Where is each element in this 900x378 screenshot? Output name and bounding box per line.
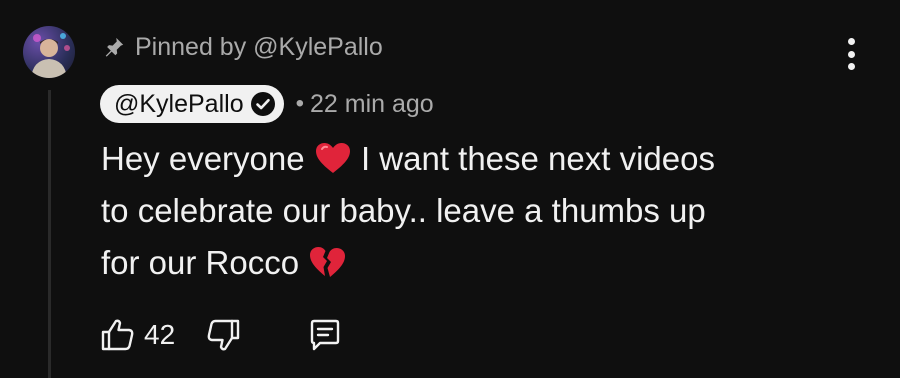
red-heart-emoji: [314, 138, 352, 173]
pinned-indicator: Pinned by @KylePallo: [103, 29, 383, 65]
pinned-label: Pinned by @KylePallo: [135, 32, 383, 61]
comment-timestamp[interactable]: 22 min ago: [310, 90, 434, 119]
comment-actions: 42: [100, 312, 343, 358]
avatar-image: [31, 33, 70, 78]
thumbs-down-icon[interactable]: [205, 317, 241, 353]
comment-text-segment: Hey everyone: [101, 140, 314, 177]
comment-text-segment: for our Rocco: [101, 244, 309, 281]
more-actions-icon[interactable]: [838, 38, 864, 70]
thumbs-up-icon[interactable]: [100, 317, 136, 353]
reply-comment-icon[interactable]: [307, 317, 343, 353]
comment-text: Hey everyone I want these next videos to …: [101, 133, 861, 289]
comment-text-segment: to celebrate our baby.. leave a thumbs u…: [101, 192, 706, 229]
like-count: 42: [144, 319, 176, 350]
author-chip[interactable]: @KylePallo: [100, 85, 284, 123]
thread-line: [48, 90, 51, 378]
comment-meta: @KylePallo • 22 min ago: [100, 84, 434, 124]
verified-check-icon: [250, 91, 276, 117]
author-handle: @KylePallo: [114, 89, 244, 118]
pin-icon: [103, 36, 125, 58]
broken-heart-emoji: [308, 242, 346, 277]
meta-separator: •: [295, 90, 305, 117]
avatar[interactable]: [23, 26, 75, 78]
comment-text-segment: I want these next videos: [351, 140, 715, 177]
comment-thread: Pinned by @KylePallo @KylePallo • 22 min…: [0, 0, 900, 378]
